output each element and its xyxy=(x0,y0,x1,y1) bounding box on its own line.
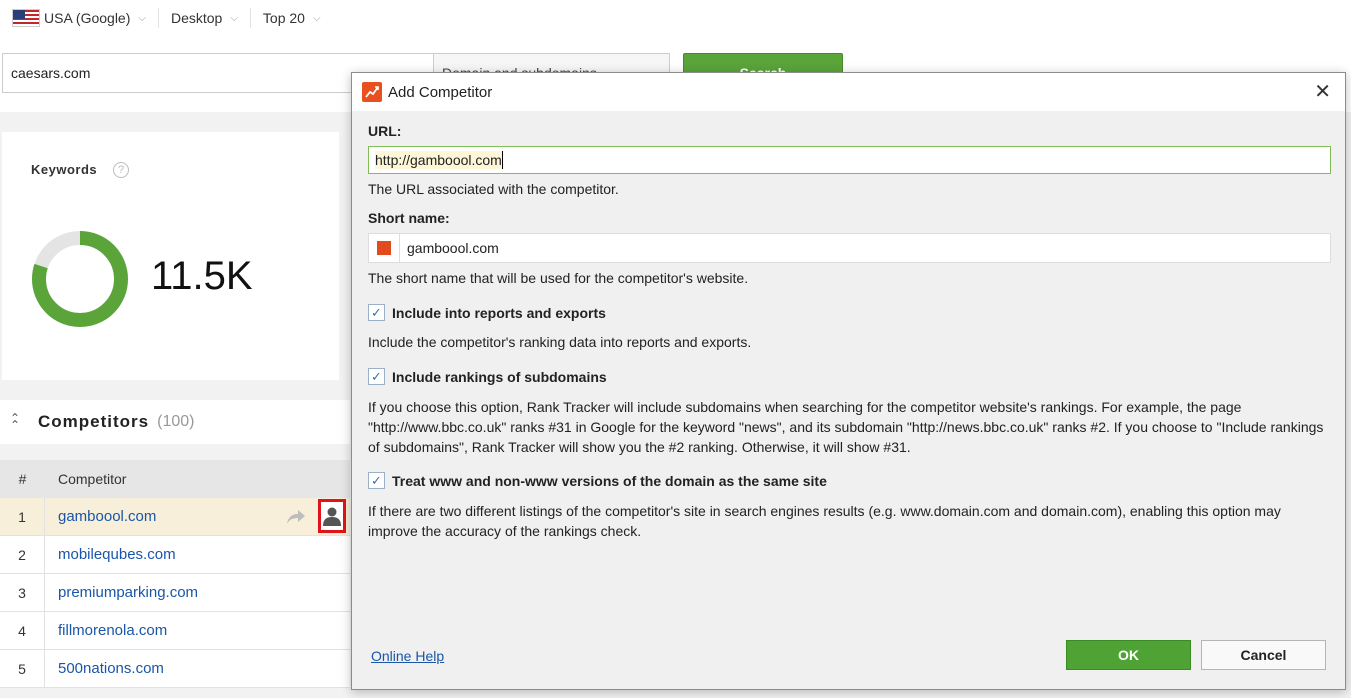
row-number: 2 xyxy=(0,536,45,573)
www-option-hint: If there are two different listings of t… xyxy=(368,503,1281,539)
keywords-donut-chart xyxy=(32,231,128,327)
keywords-card: Keywords ? 11.5K xyxy=(2,132,339,380)
add-competitor-dialog: Add Competitor ✕ URL: http://gamboool.co… xyxy=(351,72,1346,690)
competitors-header: ⌃ ⌃ Competitors (100) xyxy=(0,400,350,444)
color-swatch xyxy=(377,241,391,255)
reports-option-hint: Include the competitor's ranking data in… xyxy=(368,334,752,350)
competitor-link[interactable]: gamboool.com xyxy=(45,508,156,525)
us-flag-icon xyxy=(12,9,40,27)
url-value: http://gamboool.com xyxy=(375,151,503,169)
share-arrow-icon[interactable] xyxy=(286,508,306,526)
table-row[interactable]: 5 500nations.com xyxy=(0,650,350,688)
ok-button[interactable]: OK xyxy=(1066,640,1191,670)
url-label: URL: xyxy=(368,123,402,139)
depth-selector[interactable]: Top 20 ⌵ xyxy=(251,8,333,28)
competitor-link[interactable]: premiumparking.com xyxy=(45,584,198,601)
cancel-button[interactable]: Cancel xyxy=(1201,640,1326,670)
competitors-table: # Competitor 1 gamboool.com 2 mobileqube… xyxy=(0,460,350,688)
table-row[interactable]: 4 fillmorenola.com xyxy=(0,612,350,650)
device-selector[interactable]: Desktop ⌵ xyxy=(159,8,251,28)
chevron-down-icon: ⌵ xyxy=(138,12,146,24)
short-name-label: Short name: xyxy=(368,210,450,226)
device-label: Desktop xyxy=(170,10,223,26)
keywords-title: Keywords xyxy=(31,162,98,177)
help-icon[interactable]: ? xyxy=(113,162,129,178)
rank-tracker-app-icon xyxy=(362,82,382,102)
table-row[interactable]: 2 mobilequbes.com xyxy=(0,536,350,574)
row-number: 4 xyxy=(0,612,45,649)
option-subdomains-row[interactable]: ✓ Include rankings of subdomains xyxy=(368,368,607,385)
close-icon[interactable]: ✕ xyxy=(1314,82,1331,102)
www-option-label: Treat www and non-www versions of the do… xyxy=(392,472,827,489)
add-competitor-user-icon[interactable] xyxy=(318,499,346,533)
chevron-down-icon: ⌵ xyxy=(230,12,238,24)
competitor-link[interactable]: 500nations.com xyxy=(45,660,164,677)
country-label: USA (Google) xyxy=(44,10,131,26)
color-swatch-button[interactable] xyxy=(369,234,400,262)
row-number: 1 xyxy=(0,498,45,535)
url-hint: The URL associated with the competitor. xyxy=(368,181,619,197)
dialog-footer: Online Help OK Cancel xyxy=(352,633,1345,689)
dialog-title: Add Competitor xyxy=(388,83,493,101)
reports-checkbox[interactable]: ✓ xyxy=(368,304,385,321)
reports-option-label: Include into reports and exports xyxy=(392,304,606,321)
subdomains-option-label: Include rankings of subdomains xyxy=(392,368,607,385)
subdomains-checkbox[interactable]: ✓ xyxy=(368,368,385,385)
competitors-title: Competitors xyxy=(38,412,150,431)
keywords-value: 11.5K xyxy=(151,254,253,298)
short-name-value: gamboool.com xyxy=(407,240,499,256)
table-row[interactable]: 3 premiumparking.com xyxy=(0,574,350,612)
row-number: 3 xyxy=(0,574,45,611)
depth-label: Top 20 xyxy=(262,10,305,26)
www-checkbox[interactable]: ✓ xyxy=(368,472,385,489)
collapse-icon[interactable]: ⌃ ⌃ xyxy=(10,412,24,431)
url-field[interactable]: http://gamboool.com xyxy=(368,146,1331,174)
dialog-titlebar: Add Competitor ✕ xyxy=(352,73,1345,111)
row-number: 5 xyxy=(0,650,45,687)
option-www-row[interactable]: ✓ Treat www and non-www versions of the … xyxy=(368,472,827,489)
short-name-field[interactable]: gamboool.com xyxy=(368,233,1331,263)
top-toolbar: USA (Google) ⌵ Desktop ⌵ Top 20 ⌵ xyxy=(0,0,1351,36)
table-header: # Competitor xyxy=(0,460,350,498)
country-selector[interactable]: USA (Google) ⌵ xyxy=(0,8,159,28)
table-row[interactable]: 1 gamboool.com xyxy=(0,498,350,536)
subdomains-option-hint: If you choose this option, Rank Tracker … xyxy=(368,399,1324,455)
online-help-link[interactable]: Online Help xyxy=(371,648,444,664)
option-reports-row[interactable]: ✓ Include into reports and exports xyxy=(368,304,606,321)
competitors-count: (100) xyxy=(157,413,195,430)
competitor-link[interactable]: mobilequbes.com xyxy=(45,546,176,563)
short-name-hint: The short name that will be used for the… xyxy=(368,270,749,286)
competitor-link[interactable]: fillmorenola.com xyxy=(45,622,167,639)
column-header-num[interactable]: # xyxy=(0,471,45,487)
column-header-competitor[interactable]: Competitor xyxy=(45,471,126,487)
chevron-down-icon: ⌵ xyxy=(312,12,321,24)
